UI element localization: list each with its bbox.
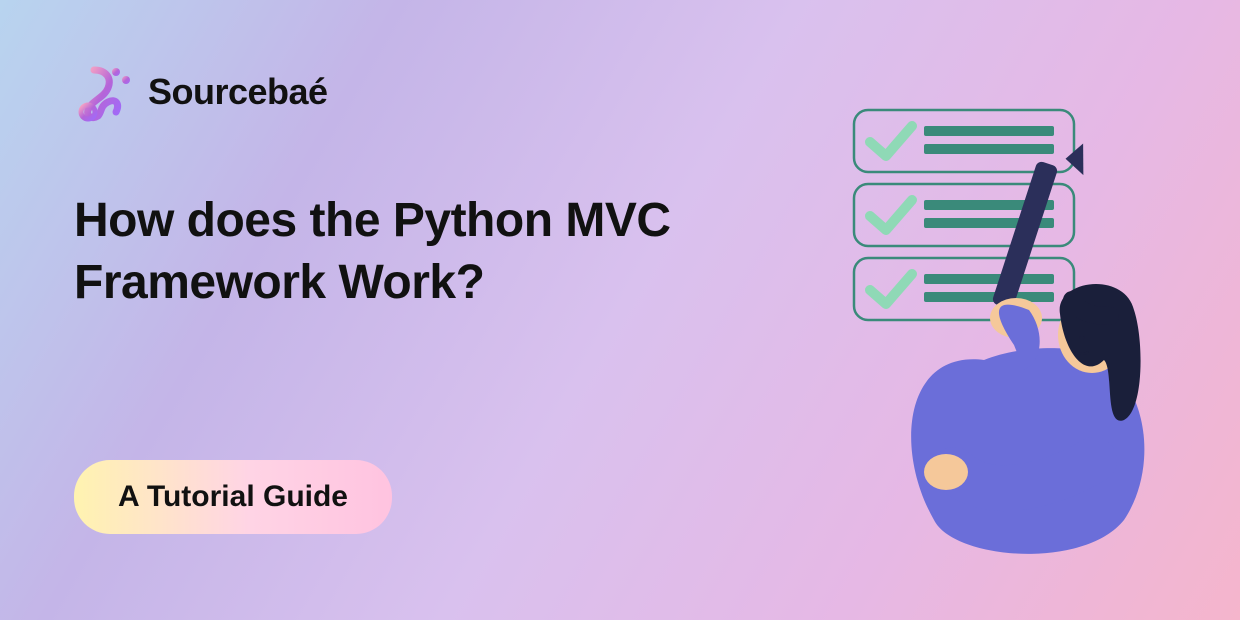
subtitle-badge: A Tutorial Guide <box>74 460 392 534</box>
logo-icon <box>74 62 134 122</box>
hero-banner: Sourcebaé How does the Python MVC Framew… <box>0 0 1240 620</box>
checklist-item-3 <box>854 258 1074 320</box>
page-headline: How does the Python MVC Framework Work? <box>74 190 714 315</box>
brand-name: Sourcebaé <box>148 71 328 113</box>
badge-label: A Tutorial Guide <box>118 480 348 513</box>
person-illustration <box>911 284 1144 554</box>
checklist-illustration <box>784 100 1184 580</box>
brand-logo: Sourcebaé <box>74 62 328 122</box>
